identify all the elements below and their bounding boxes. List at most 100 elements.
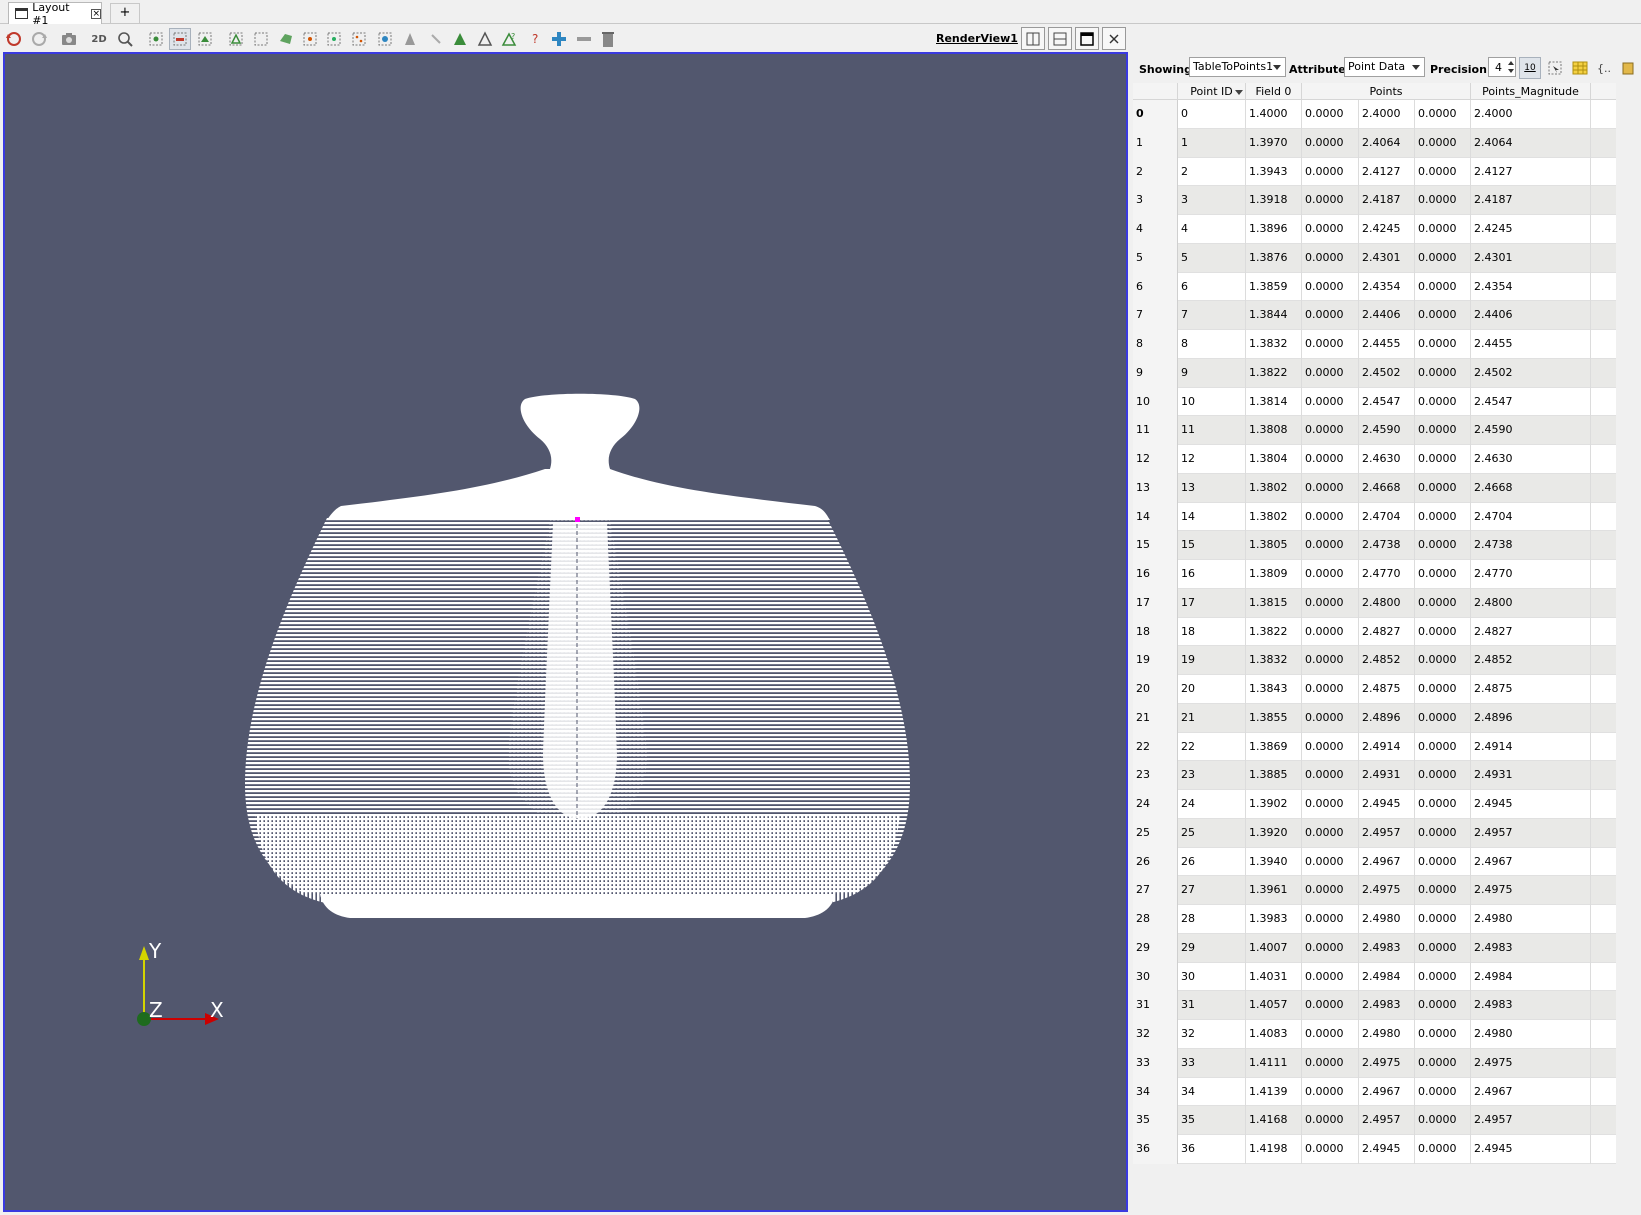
cell-field-0[interactable]: 1.3885 — [1246, 761, 1302, 790]
cell-points-x[interactable]: 0.0000 — [1302, 186, 1359, 215]
toggle-columns-icon[interactable] — [1569, 57, 1591, 79]
cell-field-0[interactable]: 1.3822 — [1246, 358, 1302, 388]
cell-point-id[interactable]: 31 — [1178, 991, 1246, 1020]
cell-point-id[interactable]: 19 — [1178, 646, 1246, 675]
cell-points-magnitude[interactable]: 2.4127 — [1471, 157, 1591, 187]
cell-points-magnitude[interactable]: 2.4827 — [1471, 617, 1591, 647]
cell-point-id[interactable]: 30 — [1178, 962, 1246, 992]
cell-points-x[interactable]: 0.0000 — [1302, 1106, 1359, 1135]
cell-points-magnitude[interactable]: 2.4064 — [1471, 128, 1591, 158]
table-row[interactable]: 8 8 1.3832 0.0000 2.4455 0.0000 2.4455 — [1133, 330, 1616, 359]
cell-points-x[interactable]: 0.0000 — [1302, 675, 1359, 704]
cell-points-x[interactable]: 0.0000 — [1302, 531, 1359, 560]
row-header[interactable]: 28 — [1133, 905, 1178, 934]
cell-points-y[interactable]: 2.4455 — [1359, 330, 1415, 359]
cell-points-y[interactable]: 2.4967 — [1359, 1077, 1415, 1107]
cell-points-x[interactable]: 0.0000 — [1302, 962, 1359, 992]
shrink-selection-icon[interactable] — [323, 28, 345, 50]
cell-points-y[interactable]: 2.4064 — [1359, 128, 1415, 158]
export-icon[interactable] — [1617, 57, 1639, 79]
redo-camera-icon[interactable] — [28, 28, 50, 50]
cell-field-0[interactable]: 1.3869 — [1246, 732, 1302, 762]
cell-points-magnitude[interactable]: 2.4980 — [1471, 1020, 1591, 1049]
cell-points-y[interactable]: 2.4875 — [1359, 675, 1415, 704]
cell-points-magnitude[interactable]: 2.4931 — [1471, 761, 1591, 790]
row-header[interactable]: 26 — [1133, 847, 1178, 877]
row-header[interactable]: 11 — [1133, 416, 1178, 445]
table-row[interactable]: 12 12 1.3804 0.0000 2.4630 0.0000 2.4630 — [1133, 445, 1616, 474]
cell-field-0[interactable]: 1.3855 — [1246, 703, 1302, 733]
cell-points-magnitude[interactable]: 2.4770 — [1471, 560, 1591, 589]
cell-points-y[interactable]: 2.4983 — [1359, 933, 1415, 963]
cell-points-x[interactable]: 0.0000 — [1302, 847, 1359, 877]
cell-points-magnitude[interactable]: 2.4187 — [1471, 186, 1591, 215]
cell-point-id[interactable]: 13 — [1178, 473, 1246, 503]
column-header-points-magnitude[interactable]: Points_Magnitude — [1471, 83, 1591, 100]
cell-points-z[interactable]: 0.0000 — [1415, 473, 1471, 503]
cell-points-magnitude[interactable]: 2.4975 — [1471, 876, 1591, 905]
cell-points-z[interactable]: 0.0000 — [1415, 531, 1471, 560]
spin-up-icon[interactable] — [1508, 61, 1514, 65]
cell-points-z[interactable]: 0.0000 — [1415, 1020, 1471, 1049]
cell-point-id[interactable]: 28 — [1178, 905, 1246, 934]
cell-points-z[interactable]: 0.0000 — [1415, 617, 1471, 647]
table-row[interactable]: 23 23 1.3885 0.0000 2.4931 0.0000 2.4931 — [1133, 761, 1616, 790]
cell-points-z[interactable]: 0.0000 — [1415, 1106, 1471, 1135]
row-header[interactable]: 9 — [1133, 358, 1178, 388]
cell-points-z[interactable]: 0.0000 — [1415, 646, 1471, 675]
table-row[interactable]: 15 15 1.3805 0.0000 2.4738 0.0000 2.4738 — [1133, 531, 1616, 560]
select-cells-icon[interactable] — [145, 28, 167, 50]
cell-field-0[interactable]: 1.3802 — [1246, 473, 1302, 503]
cell-field-0[interactable]: 1.3844 — [1246, 301, 1302, 330]
row-header[interactable]: 29 — [1133, 933, 1178, 963]
cell-point-id[interactable]: 20 — [1178, 675, 1246, 704]
row-header[interactable]: 36 — [1133, 1135, 1178, 1164]
cell-points-y[interactable]: 2.4984 — [1359, 962, 1415, 992]
cell-points-x[interactable]: 0.0000 — [1302, 1020, 1359, 1049]
cell-points-z[interactable]: 0.0000 — [1415, 243, 1471, 273]
cell-point-id[interactable]: 11 — [1178, 416, 1246, 445]
row-header[interactable]: 15 — [1133, 531, 1178, 560]
row-header[interactable]: 17 — [1133, 588, 1178, 618]
cell-points-x[interactable]: 0.0000 — [1302, 818, 1359, 848]
cell-points-magnitude[interactable]: 2.4502 — [1471, 358, 1591, 388]
split-horizontal-icon[interactable] — [1021, 27, 1045, 50]
add-node-icon[interactable] — [548, 28, 570, 50]
render-view-name[interactable]: RenderView1 — [936, 32, 1018, 45]
table-row[interactable]: 3 3 1.3918 0.0000 2.4187 0.0000 2.4187 — [1133, 186, 1616, 215]
table-row[interactable]: 36 36 1.4198 0.0000 2.4945 0.0000 2.4945 — [1133, 1135, 1616, 1164]
cell-points-x[interactable]: 0.0000 — [1302, 703, 1359, 733]
row-header[interactable]: 20 — [1133, 675, 1178, 704]
precision-spinbox[interactable]: 4 — [1488, 57, 1516, 77]
trash-icon[interactable] — [597, 28, 619, 50]
cell-point-id[interactable]: 36 — [1178, 1135, 1246, 1164]
row-header[interactable]: 5 — [1133, 243, 1178, 273]
cell-points-magnitude[interactable]: 2.4852 — [1471, 646, 1591, 675]
table-row[interactable]: 22 22 1.3869 0.0000 2.4914 0.0000 2.4914 — [1133, 732, 1616, 762]
row-header[interactable]: 21 — [1133, 703, 1178, 733]
table-row[interactable]: 30 30 1.4031 0.0000 2.4984 0.0000 2.4984 — [1133, 962, 1616, 992]
row-header[interactable]: 10 — [1133, 387, 1178, 417]
cell-point-id[interactable]: 12 — [1178, 445, 1246, 474]
cell-points-y[interactable]: 2.4354 — [1359, 272, 1415, 302]
cell-points-magnitude[interactable]: 2.4983 — [1471, 991, 1591, 1020]
cell-points-magnitude[interactable]: 2.4547 — [1471, 387, 1591, 417]
cell-field-0[interactable]: 1.3920 — [1246, 818, 1302, 848]
triangle-icon[interactable] — [449, 28, 471, 50]
showing-select[interactable]: TableToPoints1 — [1189, 57, 1286, 77]
select-interactive-points-icon[interactable] — [374, 28, 396, 50]
cell-point-id[interactable]: 8 — [1178, 330, 1246, 359]
cell-points-y[interactable]: 2.4738 — [1359, 531, 1415, 560]
cell-points-y[interactable]: 2.4980 — [1359, 1020, 1415, 1049]
cell-points-y[interactable]: 2.4957 — [1359, 818, 1415, 848]
table-row[interactable]: 16 16 1.3809 0.0000 2.4770 0.0000 2.4770 — [1133, 560, 1616, 589]
cell-points-magnitude[interactable]: 2.4738 — [1471, 531, 1591, 560]
cell-point-id[interactable]: 18 — [1178, 617, 1246, 647]
cell-points-x[interactable]: 0.0000 — [1302, 416, 1359, 445]
table-row[interactable]: 31 31 1.4057 0.0000 2.4983 0.0000 2.4983 — [1133, 991, 1616, 1020]
cell-field-0[interactable]: 1.3804 — [1246, 445, 1302, 474]
table-row[interactable]: 21 21 1.3855 0.0000 2.4896 0.0000 2.4896 — [1133, 703, 1616, 733]
cell-points-x[interactable]: 0.0000 — [1302, 991, 1359, 1020]
cell-field-0[interactable]: 1.3822 — [1246, 617, 1302, 647]
cell-points-y[interactable]: 2.4000 — [1359, 100, 1415, 129]
